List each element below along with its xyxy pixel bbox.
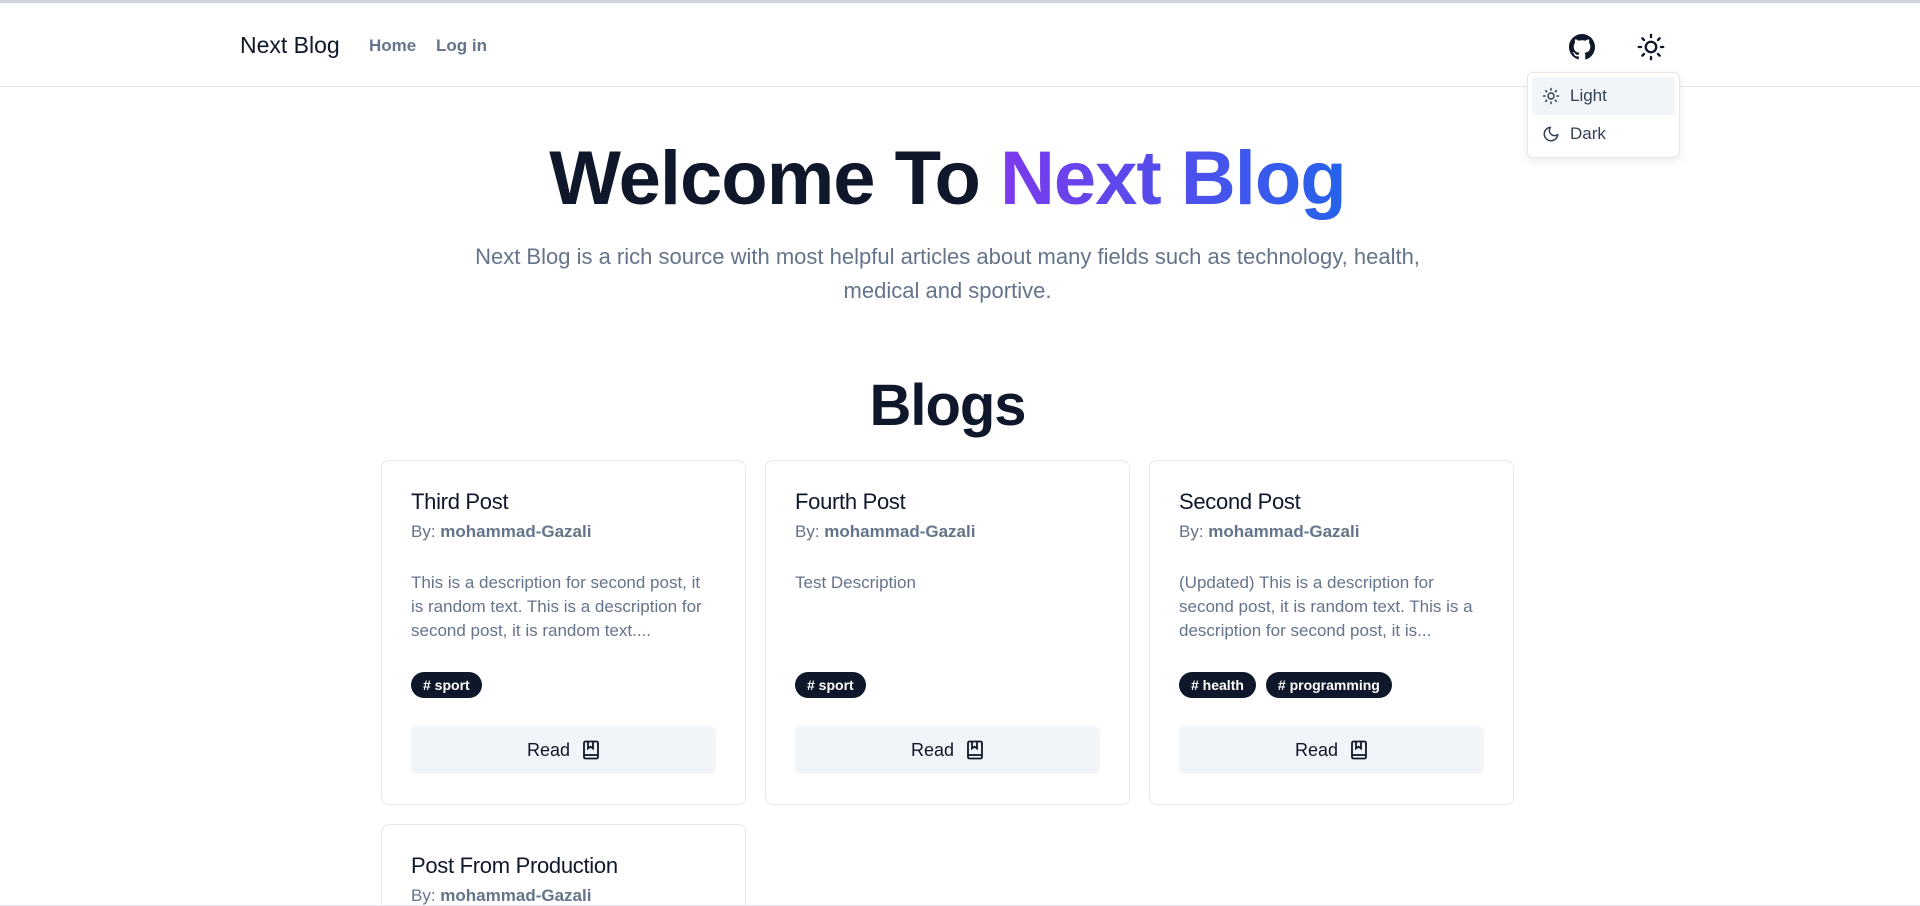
blog-card: Third Post By: mohammad-Gazali This is a… [381, 460, 746, 805]
read-button[interactable]: Read [411, 726, 716, 774]
blog-card: Post From Production By: mohammad-Gazali [381, 824, 746, 906]
blogs-heading: Blogs [869, 373, 1026, 438]
author-prefix: By: [1179, 522, 1209, 541]
read-button[interactable]: Read [795, 726, 1100, 774]
blog-card-title[interactable]: Fourth Post [795, 489, 906, 515]
author-name: mohammad-Gazali [440, 886, 592, 905]
theme-option-light[interactable]: Light [1532, 77, 1675, 115]
book-icon [967, 740, 983, 760]
nav-link-home[interactable]: Home [369, 36, 416, 56]
hero-title-plain: Welcome To [549, 136, 1000, 221]
theme-toggle-button[interactable] [1631, 27, 1671, 67]
theme-option-label: Light [1570, 86, 1607, 105]
blog-card-author: By: mohammad-Gazali [795, 522, 975, 542]
github-icon [1569, 34, 1595, 60]
hero-title: Welcome To Next Blog [0, 135, 1895, 222]
blog-card-author: By: mohammad-Gazali [1179, 522, 1359, 542]
hero-subtitle: Next Blog is a rich source with most hel… [475, 244, 1420, 303]
brand-logo-text[interactable]: Next Blog [240, 32, 340, 59]
read-button-label: Read [526, 739, 571, 760]
tag-badge[interactable]: # sport [411, 672, 482, 698]
blog-card-tags: # sport [411, 672, 482, 698]
book-icon [1351, 740, 1367, 760]
blog-card-description: (Updated) This is a description for seco… [1179, 573, 1473, 640]
blog-card-title[interactable]: Third Post [411, 489, 509, 515]
tag-badge[interactable]: # health [1179, 672, 1256, 698]
blog-card-description: Test Description [795, 573, 916, 592]
book-icon [583, 740, 599, 760]
author-name: mohammad-Gazali [824, 522, 976, 541]
blog-card-tags: # health # programming [1179, 672, 1392, 698]
hero-title-gradient: Next Blog [1000, 136, 1347, 221]
blog-card-author: By: mohammad-Gazali [411, 522, 591, 542]
tag-badge[interactable]: # programming [1265, 672, 1392, 698]
blog-card-title[interactable]: Second Post [1179, 489, 1301, 515]
github-button[interactable] [1562, 27, 1602, 67]
blog-card: Second Post By: mohammad-Gazali (Updated… [1149, 460, 1514, 805]
read-button-label: Read [1294, 739, 1339, 760]
blog-card-description: This is a description for second post, i… [411, 573, 702, 640]
sun-icon [1637, 33, 1665, 61]
author-prefix: By: [411, 886, 441, 905]
author-prefix: By: [795, 522, 825, 541]
blog-card: Fourth Post By: mohammad-Gazali Test Des… [765, 460, 1130, 805]
tag-badge[interactable]: # sport [795, 672, 866, 698]
sun-icon [1542, 87, 1560, 105]
nav-link-login[interactable]: Log in [436, 36, 487, 56]
author-prefix: By: [411, 522, 441, 541]
blog-card-tags: # sport [795, 672, 866, 698]
read-button[interactable]: Read [1179, 726, 1484, 774]
blog-card-author: By: mohammad-Gazali [411, 886, 591, 906]
author-name: mohammad-Gazali [440, 522, 592, 541]
author-name: mohammad-Gazali [1208, 522, 1360, 541]
blog-card-title[interactable]: Post From Production [411, 853, 618, 879]
read-button-label: Read [910, 739, 955, 760]
